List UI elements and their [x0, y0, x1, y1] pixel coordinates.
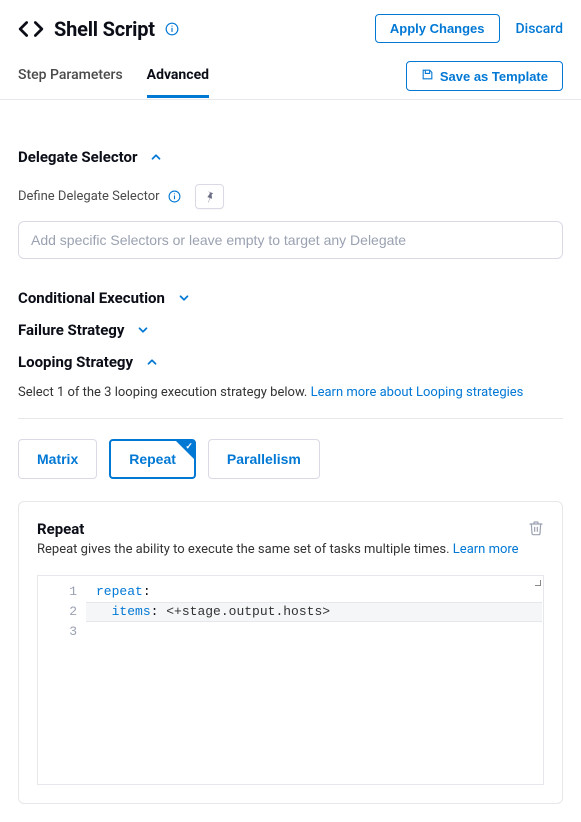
- chevron-up-icon: [145, 355, 159, 369]
- code-content: repeat: items: <+stage.output.hosts>: [96, 582, 543, 642]
- pin-button[interactable]: [195, 184, 224, 209]
- chevron-down-icon: [136, 323, 150, 337]
- info-icon[interactable]: [165, 22, 179, 36]
- conditional-execution-title: Conditional Execution: [18, 289, 165, 307]
- trash-icon[interactable]: [528, 520, 544, 536]
- looping-desc-text: Select 1 of the 3 looping execution stra…: [18, 385, 311, 400]
- repeat-title: Repeat: [37, 520, 519, 538]
- check-icon: ✓: [185, 441, 193, 452]
- strategy-repeat-button[interactable]: Repeat ✓: [109, 439, 196, 479]
- delegate-selector-section-toggle[interactable]: Delegate Selector: [18, 148, 563, 166]
- looping-learn-more-link[interactable]: Learn more about Looping strategies: [311, 385, 524, 400]
- looping-strategy-section-toggle[interactable]: Looping Strategy: [18, 353, 563, 371]
- strategy-parallelism-button[interactable]: Parallelism: [208, 439, 320, 479]
- chevron-up-icon: [149, 150, 163, 164]
- save-as-template-button[interactable]: Save as Template: [406, 61, 563, 91]
- editor-corner-mark: [535, 580, 541, 586]
- repeat-code-editor[interactable]: 1 2 3 repeat: items: <+stage.output.host…: [37, 575, 544, 785]
- tab-step-parameters[interactable]: Step Parameters: [18, 55, 123, 97]
- delegate-selector-title: Delegate Selector: [18, 148, 137, 166]
- define-delegate-selector-label: Define Delegate Selector: [18, 189, 160, 204]
- failure-strategy-section-toggle[interactable]: Failure Strategy: [18, 321, 563, 339]
- code-gutter: 1 2 3: [38, 576, 86, 784]
- discard-link[interactable]: Discard: [516, 21, 563, 37]
- failure-strategy-title: Failure Strategy: [18, 321, 124, 339]
- conditional-execution-section-toggle[interactable]: Conditional Execution: [18, 289, 563, 307]
- delegate-selector-input[interactable]: [18, 221, 563, 259]
- info-icon[interactable]: [168, 190, 181, 203]
- template-icon: [421, 68, 434, 84]
- chevron-down-icon: [177, 291, 191, 305]
- strategy-matrix-button[interactable]: Matrix: [18, 439, 97, 479]
- tab-advanced[interactable]: Advanced: [147, 55, 209, 98]
- repeat-desc-text: Repeat gives the ability to execute the …: [37, 542, 453, 557]
- looping-strategy-title: Looping Strategy: [18, 353, 133, 371]
- repeat-learn-more-link[interactable]: Learn more: [453, 542, 519, 557]
- page-title: Shell Script: [54, 17, 155, 41]
- shell-script-icon: [18, 16, 44, 42]
- apply-changes-button[interactable]: Apply Changes: [375, 14, 500, 43]
- divider: [18, 418, 563, 419]
